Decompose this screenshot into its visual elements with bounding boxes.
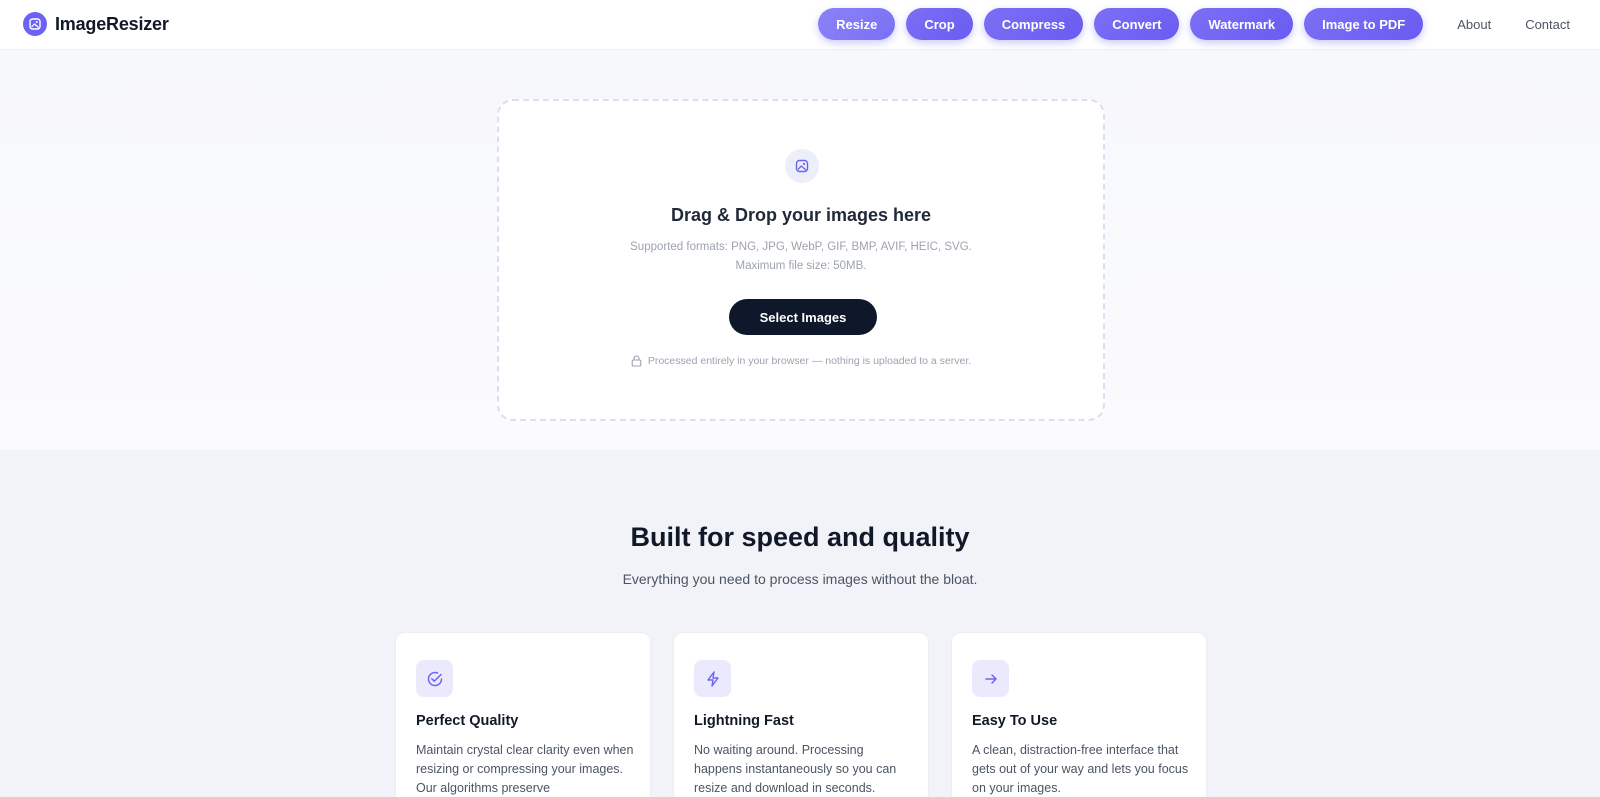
check-circle-icon — [416, 660, 453, 697]
nav-convert-button[interactable]: Convert — [1094, 8, 1180, 40]
image-icon — [785, 149, 819, 183]
dropzone-title: Drag & Drop your images here — [670, 205, 932, 225]
arrow-right-icon — [972, 660, 1009, 697]
supported-formats-text: Supported formats: PNG, JPG, WebP, GIF, … — [630, 241, 972, 253]
nav-resize-button[interactable]: Resize — [818, 8, 896, 40]
nav-crop-button[interactable]: Crop — [906, 8, 973, 40]
privacy-text: Processed entirely in your browser — not… — [647, 355, 972, 367]
nav-compress-button[interactable]: Compress — [983, 8, 1084, 40]
feature-title: Perfect Quality — [416, 713, 519, 729]
feature-text: Maintain crystal clear clarity even when… — [416, 743, 634, 795]
top-navbar: ImageResizer Resize Crop Compress Conver… — [0, 0, 1600, 50]
nav-contact-link[interactable]: Contact — [1525, 17, 1570, 32]
feature-card-easy: Easy To Use A clean, distraction-free in… — [951, 632, 1207, 797]
features-title: Built for speed and quality — [630, 522, 970, 552]
features-section: Built for speed and quality Everything y… — [0, 450, 1600, 797]
main-nav: Resize Crop Compress Convert Watermark I… — [807, 8, 1570, 40]
select-images-button[interactable]: Select Images — [729, 299, 877, 335]
image-dropzone[interactable]: Drag & Drop your images here Supported f… — [497, 99, 1105, 421]
features-subtitle: Everything you need to process images wi… — [622, 571, 978, 587]
privacy-note: Processed entirely in your browser — not… — [499, 355, 1103, 367]
feature-title: Lightning Fast — [694, 713, 794, 729]
feature-title: Easy To Use — [972, 713, 1058, 729]
nav-watermark-button[interactable]: Watermark — [1190, 8, 1294, 40]
lightning-icon — [694, 660, 731, 697]
lock-icon — [631, 355, 642, 367]
nav-about-link[interactable]: About — [1457, 17, 1491, 32]
feature-card-fast: Lightning Fast No waiting around. Proces… — [673, 632, 929, 797]
brand-name: ImageResizer — [55, 13, 169, 34]
feature-card-quality: Perfect Quality Maintain crystal clear c… — [395, 632, 651, 797]
feature-text: No waiting around. Processing happens in… — [694, 743, 897, 795]
max-size-text: Maximum file size: 50MB. — [735, 260, 867, 272]
feature-text: A clean, distraction-free interface that… — [972, 743, 1189, 795]
nav-image-to-pdf-button[interactable]: Image to PDF — [1304, 8, 1424, 40]
hero-section: Drag & Drop your images here Supported f… — [0, 51, 1600, 450]
image-icon — [23, 12, 47, 36]
brand-logo[interactable]: ImageResizer — [23, 12, 169, 36]
